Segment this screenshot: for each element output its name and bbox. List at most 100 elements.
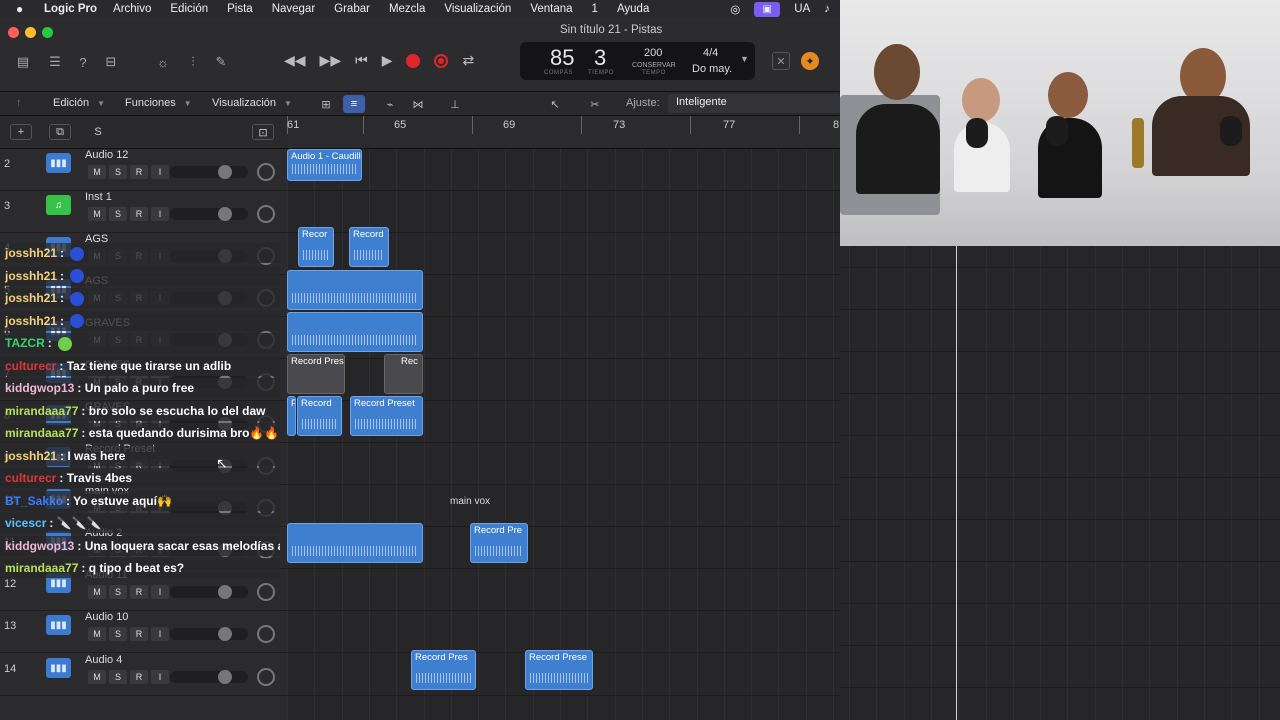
zoom-window-button[interactable] xyxy=(42,27,53,38)
go-to-start-icon[interactable]: ⏮ xyxy=(355,52,368,69)
volume-fader[interactable] xyxy=(170,207,248,221)
close-window-button[interactable] xyxy=(8,27,19,38)
back-icon[interactable]: ↑ xyxy=(16,97,22,109)
volume-fader[interactable] xyxy=(170,670,248,684)
record-enable-button[interactable]: R xyxy=(130,585,148,599)
audio-region[interactable] xyxy=(287,312,423,352)
inspector-icon[interactable]: ☰ xyxy=(46,53,64,71)
play-icon[interactable]: ▶ xyxy=(382,52,393,69)
duplicate-track-icon[interactable]: ⧉ xyxy=(49,124,71,140)
audio-region[interactable] xyxy=(287,523,423,563)
add-track-icon[interactable]: + xyxy=(10,124,32,140)
view-menu[interactable]: Visualización ▼ xyxy=(212,97,292,109)
rewind-icon[interactable]: ◀◀ xyxy=(284,52,306,69)
pan-knob[interactable] xyxy=(257,668,275,686)
arrange-area-extension[interactable] xyxy=(840,246,1280,720)
chat-username[interactable]: TAZCR xyxy=(5,336,45,350)
app-status-icon[interactable]: ♪ xyxy=(824,3,830,15)
menu-1[interactable]: 1 xyxy=(592,3,598,15)
track-row[interactable]: 2 ▮▮▮ Audio 12 M S R I xyxy=(0,149,287,191)
menu-visualizacion[interactable]: Visualización xyxy=(444,3,511,15)
volume-fader[interactable] xyxy=(170,627,248,641)
chat-username[interactable]: josshh21 xyxy=(5,449,57,463)
audio-region[interactable]: Record Preset xyxy=(350,396,423,436)
input-monitor-button[interactable]: I xyxy=(151,627,169,641)
audio-region[interactable]: Rec xyxy=(384,354,423,394)
toolbar-icon[interactable]: ⊟ xyxy=(102,53,120,71)
track-name[interactable]: Audio 10 xyxy=(85,611,128,623)
solo-button[interactable]: S xyxy=(109,627,127,641)
solo-button[interactable]: S xyxy=(109,585,127,599)
solo-button[interactable]: S xyxy=(109,670,127,684)
smart-controls-icon[interactable]: ☼ xyxy=(154,53,172,71)
catch-playhead-icon[interactable]: ⊡ xyxy=(252,124,274,140)
menu-navegar[interactable]: Navegar xyxy=(272,3,315,15)
audio-region[interactable]: Record Pres xyxy=(411,650,476,690)
menu-grabar[interactable]: Grabar xyxy=(334,3,370,15)
chat-username[interactable]: josshh21 xyxy=(5,314,57,328)
lcd-tempo[interactable]: 200 xyxy=(644,47,662,59)
mute-button[interactable]: M xyxy=(88,670,106,684)
music-icon[interactable]: ◎ xyxy=(730,2,740,16)
app-menu[interactable]: Logic Pro xyxy=(44,3,97,15)
functions-menu[interactable]: Funciones ▼ xyxy=(125,97,192,109)
track-row[interactable]: 13 ▮▮▮ Audio 10 M S R I xyxy=(0,611,287,653)
chat-username[interactable]: culturecr xyxy=(5,471,56,485)
chat-username[interactable]: culturecr xyxy=(5,359,56,373)
track-row[interactable]: 3 ♫ Inst 1 MSRI xyxy=(0,191,287,233)
flex-icon[interactable]: ⋈ xyxy=(407,95,429,113)
playhead[interactable] xyxy=(956,246,957,720)
cycle-icon[interactable]: ⇄ xyxy=(462,52,474,69)
forward-icon[interactable]: ▶▶ xyxy=(320,52,342,69)
record-button[interactable] xyxy=(406,53,421,68)
volume-fader[interactable] xyxy=(170,585,248,599)
mixer-icon[interactable]: ⫶ xyxy=(184,53,202,71)
menu-archivo[interactable]: Archivo xyxy=(113,3,151,15)
record-enable-button[interactable]: R xyxy=(130,670,148,684)
chat-username[interactable]: josshh21 xyxy=(5,269,57,283)
menu-mezcla[interactable]: Mezcla xyxy=(389,3,425,15)
menu-ayuda[interactable]: Ayuda xyxy=(617,3,649,15)
screen-share-icon[interactable]: ▣ xyxy=(754,1,781,17)
mute-button[interactable]: M xyxy=(88,585,106,599)
chat-username[interactable]: mirandaaa77 xyxy=(5,561,78,575)
audio-region[interactable]: Audio 1 - Caudillo xyxy=(287,149,362,181)
track-name[interactable]: Inst 1 xyxy=(85,191,112,203)
lcd-key[interactable]: Do may. xyxy=(692,63,732,75)
notes-icon[interactable]: ✦ xyxy=(801,52,819,70)
audio-region[interactable]: Record xyxy=(349,227,389,267)
chat-username[interactable]: kiddgwop13 xyxy=(5,381,74,395)
help-icon[interactable]: ? xyxy=(74,53,92,71)
menu-ventana[interactable]: Ventana xyxy=(530,3,572,15)
chat-username[interactable]: josshh21 xyxy=(5,291,57,305)
audio-region[interactable]: Recor xyxy=(298,227,334,267)
chat-username[interactable]: mirandaaa77 xyxy=(5,404,78,418)
library-icon[interactable]: ▤ xyxy=(14,53,32,71)
menu-pista[interactable]: Pista xyxy=(227,3,253,15)
catch-icon[interactable]: ⊥ xyxy=(444,95,466,113)
menu-edicion[interactable]: Edición xyxy=(170,3,208,15)
mute-button[interactable]: M xyxy=(88,207,106,221)
audio-region[interactable]: Record xyxy=(297,396,342,436)
track-name[interactable]: Audio 4 xyxy=(85,654,122,666)
mute-button[interactable]: M xyxy=(88,165,106,179)
pan-knob[interactable] xyxy=(257,163,275,181)
volume-fader[interactable] xyxy=(170,165,248,179)
chat-username[interactable]: vicescr xyxy=(5,516,46,530)
minimize-window-button[interactable] xyxy=(25,27,36,38)
audio-region[interactable] xyxy=(287,270,423,310)
list-editors-icon[interactable]: ✕ xyxy=(772,52,790,70)
audio-region[interactable]: Pr xyxy=(287,396,296,436)
solo-button[interactable]: S xyxy=(109,165,127,179)
input-monitor-button[interactable]: I xyxy=(151,165,169,179)
snap-select[interactable]: Inteligente xyxy=(668,94,840,113)
lcd-signature[interactable]: 4/4 xyxy=(703,47,718,59)
chat-username[interactable]: mirandaaa77 xyxy=(5,426,78,440)
record-enable-button[interactable]: R xyxy=(130,165,148,179)
arrange-area[interactable]: Audio 1 - Caudillo Recor Record Record P… xyxy=(287,149,840,720)
track-row[interactable]: 14 ▮▮▮ Audio 4 MSRI xyxy=(0,654,287,696)
automation-icon[interactable]: ⌁ xyxy=(379,95,401,113)
audio-region[interactable]: Record Prese xyxy=(525,650,593,690)
audio-region[interactable]: Record Pres xyxy=(287,354,345,394)
record-enable-button[interactable]: R xyxy=(130,627,148,641)
